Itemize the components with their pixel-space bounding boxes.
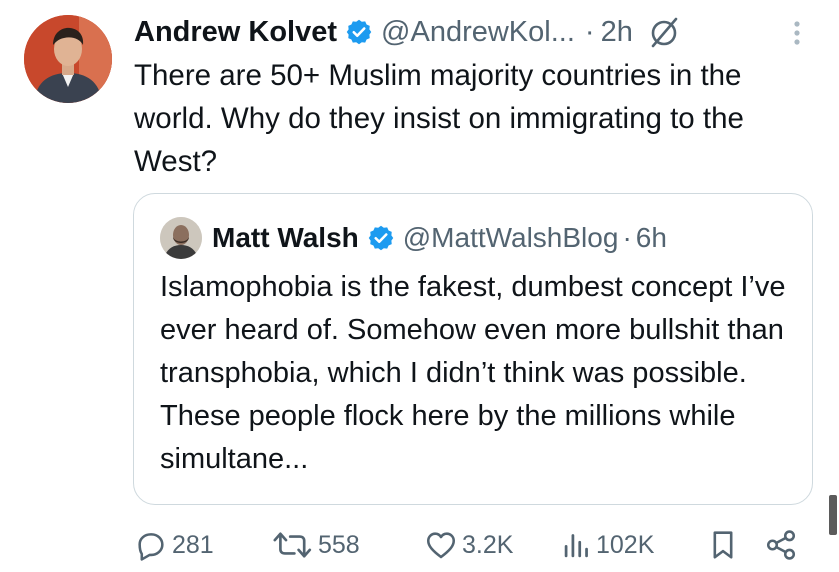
bookmark-button[interactable] [708,522,738,568]
tweet-timestamp[interactable]: 2h [601,16,633,49]
quoted-author-avatar[interactable] [160,217,202,259]
views-button[interactable]: 102K [562,522,654,568]
view-count: 102K [596,530,655,559]
author-name[interactable]: Andrew Kolvet [134,16,337,49]
reply-count: 281 [172,530,214,559]
quoted-tweet-card[interactable]: Matt Walsh @MattWalshBlog · 6h Islamopho… [133,193,813,505]
separator-dot: · [622,222,632,253]
quoted-tweet-text: Islamophobia is the fakest, dumbest conc… [160,271,786,475]
verified-badge-icon [367,224,395,252]
heart-icon [426,532,456,559]
repost-count: 558 [318,530,360,559]
author-handle[interactable]: @AndrewKol... [381,16,575,49]
separator-dot: · [584,15,595,48]
bookmark-icon [713,531,733,559]
more-options-icon[interactable] [786,16,808,50]
tweet-header: Andrew Kolvet @AndrewKol... · 2h [134,10,681,54]
grok-icon[interactable] [647,15,681,49]
repost-icon [273,532,312,558]
tweet-actions: 281 558 3.2K 102K [0,522,839,568]
tweet-text: There are 50+ Muslim majority countries … [134,59,744,178]
author-avatar[interactable] [24,15,112,103]
quoted-author-name[interactable]: Matt Walsh [212,222,359,254]
quoted-tweet-timestamp[interactable]: 6h [636,222,667,254]
profile-photo-icon [24,15,112,103]
verified-badge-icon [345,18,373,46]
scrollbar[interactable] [829,495,837,535]
repost-button[interactable]: 558 [272,522,360,568]
profile-photo-icon [160,217,202,259]
quoted-author-handle[interactable]: @MattWalshBlog [403,222,619,254]
like-button[interactable]: 3.2K [424,522,513,568]
reply-icon [138,533,164,561]
quoted-tweet-header: Matt Walsh @MattWalshBlog · 6h [160,216,667,260]
reply-button[interactable]: 281 [134,522,214,568]
share-icon [766,530,796,560]
analytics-icon [564,534,588,558]
share-button[interactable] [764,522,798,568]
like-count: 3.2K [462,530,514,559]
